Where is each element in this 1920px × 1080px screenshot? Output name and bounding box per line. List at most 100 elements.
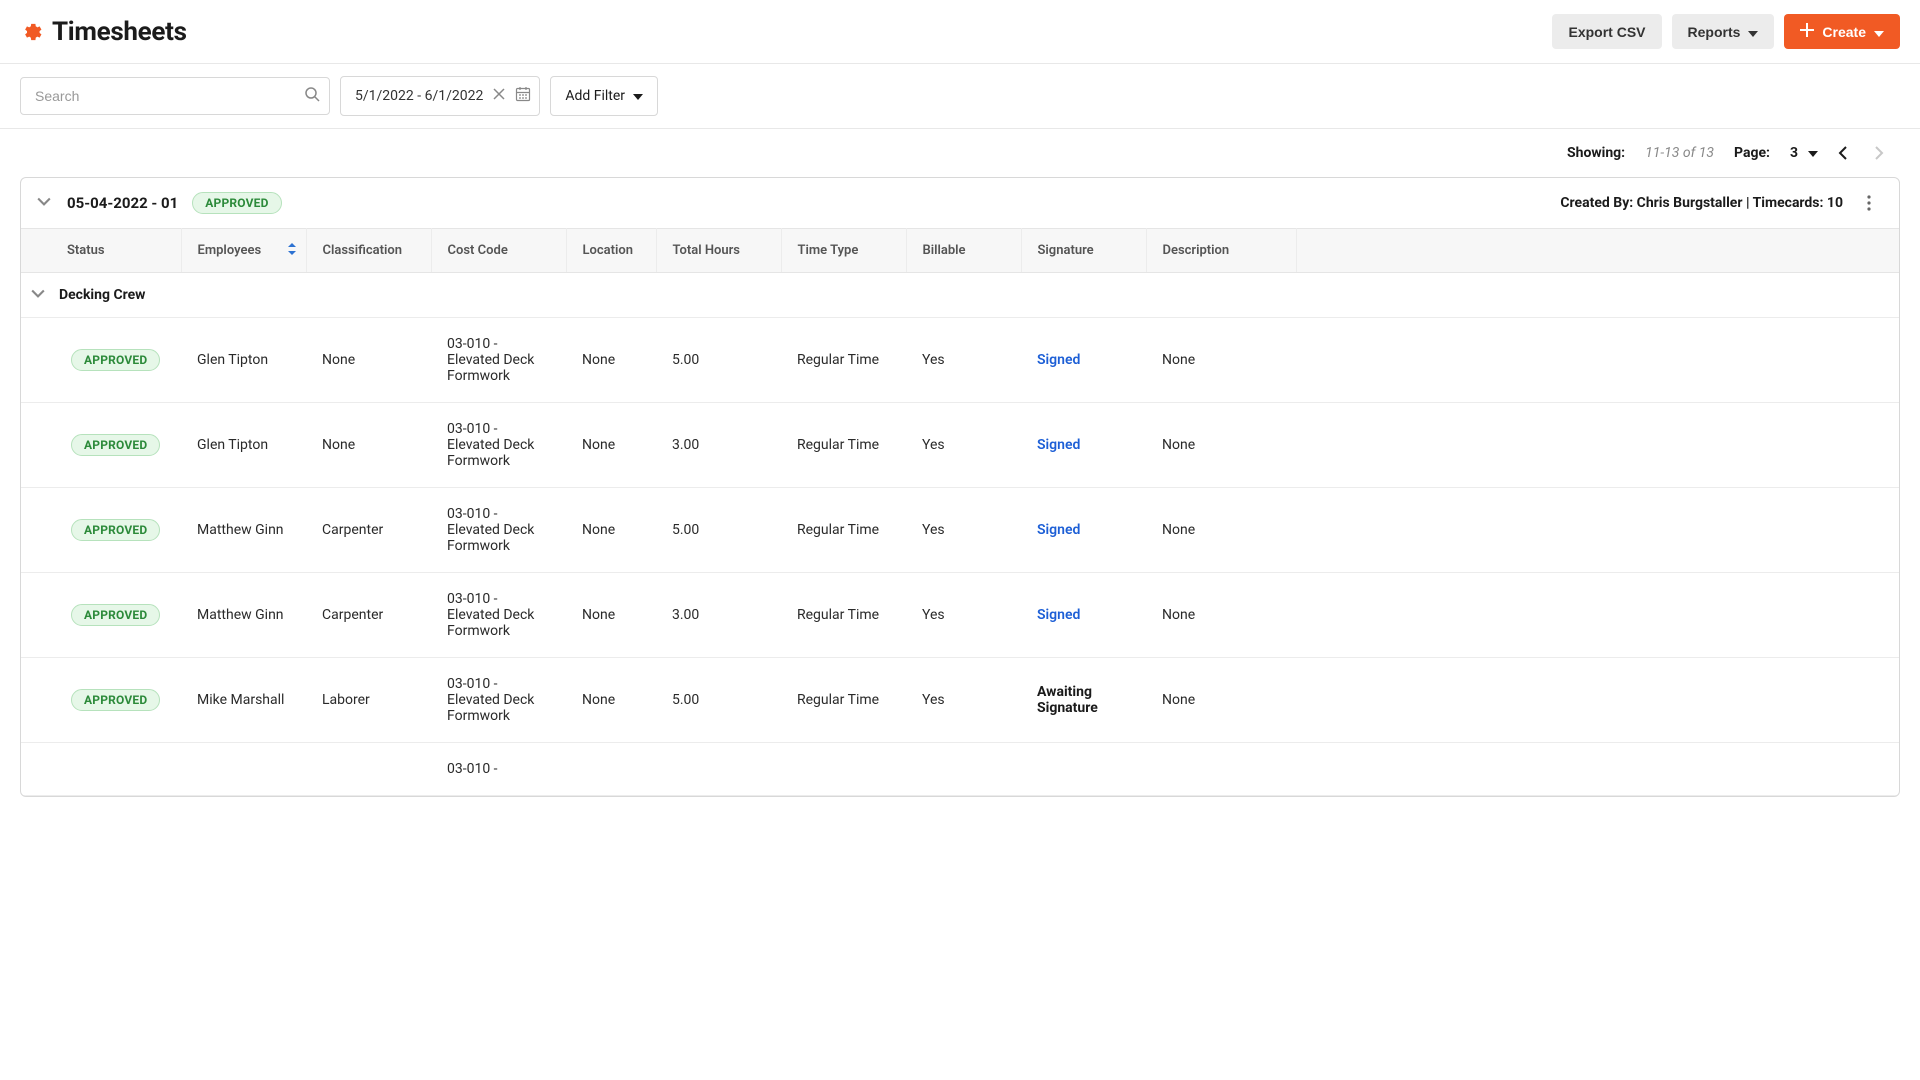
cell-cost-code: 03-010 - Elevated Deck Formwork	[431, 318, 566, 403]
brand-gear-icon	[20, 21, 42, 43]
cell-location: None	[566, 658, 656, 743]
cell-description: None	[1146, 403, 1296, 488]
date-range-picker[interactable]: 5/1/2022 - 6/1/2022	[340, 76, 540, 116]
cell-signature: Signed	[1021, 488, 1146, 573]
cell-time-type: Regular Time	[781, 573, 906, 658]
col-signature[interactable]: Signature	[1021, 229, 1146, 273]
table-row[interactable]: 03-010 -	[21, 743, 1899, 796]
reports-button[interactable]: Reports	[1672, 14, 1775, 49]
col-employees[interactable]: Employees	[181, 229, 306, 273]
prev-page-button[interactable]	[1838, 145, 1854, 161]
cell-tail	[1296, 743, 1899, 796]
cell-status: APPROVED	[21, 318, 181, 403]
cell-signature: Signed	[1021, 318, 1146, 403]
search-input[interactable]	[20, 77, 330, 115]
cell-time-type: Regular Time	[781, 488, 906, 573]
table-row[interactable]: APPROVED Matthew Ginn Carpenter 03-010 -…	[21, 573, 1899, 658]
timesheet-status-badge: APPROVED	[192, 192, 281, 214]
chevron-down-icon	[633, 88, 643, 104]
cell-classification: None	[306, 318, 431, 403]
cell-classification: Carpenter	[306, 573, 431, 658]
cell-classification: None	[306, 403, 431, 488]
cell-time-type	[781, 743, 906, 796]
cell-total-hours: 3.00	[656, 403, 781, 488]
cell-description: None	[1146, 658, 1296, 743]
col-description[interactable]: Description	[1146, 229, 1296, 273]
signature-link[interactable]: Signed	[1037, 607, 1080, 623]
cell-billable: Yes	[906, 488, 1021, 573]
cell-status: APPROVED	[21, 658, 181, 743]
page-label: Page:	[1734, 145, 1770, 161]
col-time-type[interactable]: Time Type	[781, 229, 906, 273]
date-range-value: 5/1/2022 - 6/1/2022	[355, 88, 483, 104]
chevron-down-icon	[1874, 24, 1884, 40]
clear-date-icon[interactable]	[493, 88, 505, 104]
cell-time-type: Regular Time	[781, 318, 906, 403]
page-title: Timesheets	[52, 17, 187, 47]
col-tail	[1296, 229, 1899, 273]
col-total-hours[interactable]: Total Hours	[656, 229, 781, 273]
page-value: 3	[1790, 145, 1798, 161]
timesheet-header: 05-04-2022 - 01 APPROVED Created By: Chr…	[21, 178, 1899, 228]
search-icon	[304, 86, 320, 106]
topbar: Timesheets Export CSV Reports Create	[0, 0, 1920, 64]
next-page-button[interactable]	[1874, 145, 1890, 161]
cell-employee: Glen Tipton	[181, 318, 306, 403]
group-row[interactable]: Decking Crew	[21, 273, 1899, 318]
cell-status: APPROVED	[21, 488, 181, 573]
export-csv-label: Export CSV	[1568, 24, 1645, 40]
cell-billable	[906, 743, 1021, 796]
status-badge: APPROVED	[71, 519, 160, 541]
cell-location: None	[566, 488, 656, 573]
cell-billable: Yes	[906, 403, 1021, 488]
timesheet-more-menu[interactable]	[1867, 195, 1883, 211]
cell-signature	[1021, 743, 1146, 796]
cell-billable: Yes	[906, 318, 1021, 403]
showing-value: 11-13 of 13	[1645, 145, 1714, 161]
calendar-icon[interactable]	[515, 86, 531, 106]
pagination-bar: Showing: 11-13 of 13 Page: 3	[0, 129, 1920, 177]
timecards-table: Status Employees Classification Cost Cod…	[21, 228, 1899, 796]
cell-description: None	[1146, 318, 1296, 403]
col-status[interactable]: Status	[21, 229, 181, 273]
plus-icon	[1800, 23, 1814, 40]
cell-tail	[1296, 658, 1899, 743]
cell-tail	[1296, 318, 1899, 403]
cell-location: None	[566, 403, 656, 488]
col-billable[interactable]: Billable	[906, 229, 1021, 273]
signature-link[interactable]: Signed	[1037, 437, 1080, 453]
create-button[interactable]: Create	[1784, 14, 1900, 49]
cell-total-hours: 3.00	[656, 573, 781, 658]
cell-total-hours: 5.00	[656, 318, 781, 403]
cell-status	[21, 743, 181, 796]
table-row[interactable]: APPROVED Glen Tipton None 03-010 - Eleva…	[21, 318, 1899, 403]
timesheet-meta: Created By: Chris Burgstaller | Timecard…	[1560, 195, 1843, 211]
cell-total-hours: 5.00	[656, 658, 781, 743]
col-location[interactable]: Location	[566, 229, 656, 273]
add-filter-label: Add Filter	[565, 88, 625, 104]
col-classification[interactable]: Classification	[306, 229, 431, 273]
export-csv-button[interactable]: Export CSV	[1552, 14, 1661, 49]
table-row[interactable]: APPROVED Matthew Ginn Carpenter 03-010 -…	[21, 488, 1899, 573]
group-name: Decking Crew	[59, 287, 145, 303]
timesheet-title: 05-04-2022 - 01	[67, 194, 178, 212]
cell-classification: Laborer	[306, 658, 431, 743]
cell-signature: Signed	[1021, 403, 1146, 488]
cell-billable: Yes	[906, 658, 1021, 743]
cell-time-type: Regular Time	[781, 403, 906, 488]
signature-link[interactable]: Signed	[1037, 352, 1080, 368]
col-cost-code[interactable]: Cost Code	[431, 229, 566, 273]
cell-signature: Signed	[1021, 573, 1146, 658]
collapse-group-icon[interactable]	[31, 287, 47, 303]
signature-link[interactable]: Signed	[1037, 522, 1080, 538]
table-row[interactable]: APPROVED Mike Marshall Laborer 03-010 - …	[21, 658, 1899, 743]
page-select[interactable]: 3	[1790, 145, 1818, 161]
cell-tail	[1296, 403, 1899, 488]
showing-label: Showing:	[1567, 145, 1625, 161]
cell-cost-code: 03-010 - Elevated Deck Formwork	[431, 403, 566, 488]
cell-tail	[1296, 488, 1899, 573]
collapse-sheet-button[interactable]	[37, 195, 53, 211]
add-filter-button[interactable]: Add Filter	[550, 76, 658, 116]
signature-awaiting: Awaiting Signature	[1037, 684, 1098, 716]
table-row[interactable]: APPROVED Glen Tipton None 03-010 - Eleva…	[21, 403, 1899, 488]
